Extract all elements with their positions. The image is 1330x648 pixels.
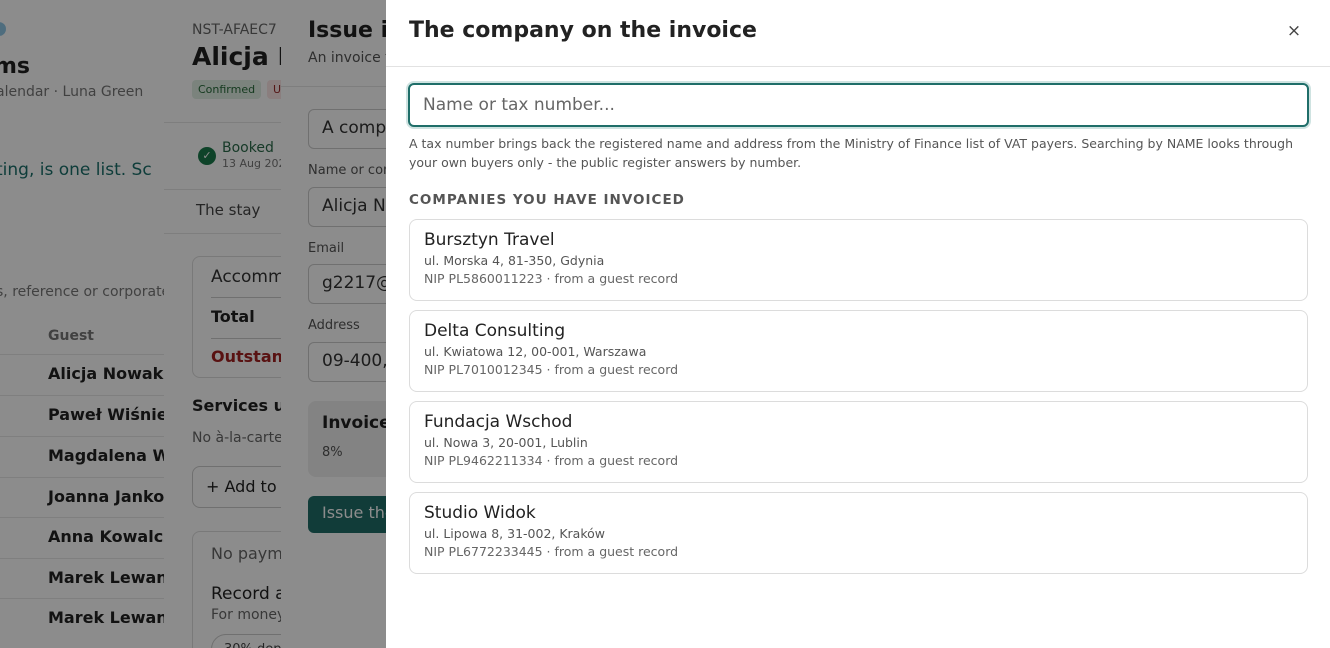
search-help-text: A tax number brings back the registered … <box>409 136 1294 170</box>
company-nip: NIP PL6772233445 · from a guest record <box>424 544 679 559</box>
divider <box>386 66 1330 67</box>
company-address: ul. Morska 4, 81-350, Gdynia <box>424 253 605 268</box>
overlay-backdrop[interactable] <box>0 0 164 648</box>
overlay-backdrop[interactable] <box>164 0 281 648</box>
modal-title: The company on the invoice <box>409 18 757 43</box>
company-nip: NIP PL7010012345 · from a guest record <box>424 362 679 377</box>
company-picker-modal: The company on the invoice × A tax numbe… <box>386 0 1330 648</box>
close-icon[interactable]: × <box>1282 18 1306 44</box>
company-address: ul. Nowa 3, 20-001, Lublin <box>424 435 588 450</box>
company-name: Bursztyn Travel <box>424 230 555 250</box>
company-card[interactable]: Bursztyn Travel ul. Morska 4, 81-350, Gd… <box>409 219 1308 301</box>
overlay-backdrop[interactable] <box>281 0 386 648</box>
company-nip: NIP PL9462211334 · from a guest record <box>424 453 679 468</box>
section-title: COMPANIES YOU HAVE INVOICED <box>409 192 685 208</box>
company-card[interactable]: Delta Consulting ul. Kwiatowa 12, 00-001… <box>409 310 1308 392</box>
company-address: ul. Lipowa 8, 31-002, Kraków <box>424 526 605 541</box>
company-address: ul. Kwiatowa 12, 00-001, Warszawa <box>424 344 647 359</box>
company-nip: NIP PL5860011223 · from a guest record <box>424 271 679 286</box>
company-card[interactable]: Studio Widok ul. Lipowa 8, 31-002, Krakó… <box>409 492 1308 574</box>
company-search-input[interactable] <box>408 83 1309 127</box>
company-name: Delta Consulting <box>424 321 566 341</box>
company-card[interactable]: Fundacja Wschod ul. Nowa 3, 20-001, Lubl… <box>409 401 1308 483</box>
company-name: Fundacja Wschod <box>424 412 573 432</box>
company-name: Studio Widok <box>424 503 536 523</box>
